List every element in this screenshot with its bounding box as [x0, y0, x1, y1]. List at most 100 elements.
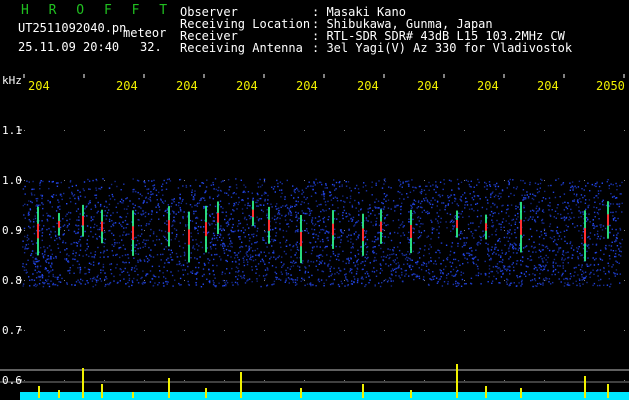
noise-pixel [284, 281, 286, 283]
noise-pixel [385, 263, 387, 265]
noise-pixel [487, 250, 490, 253]
noise-pixel [616, 185, 618, 187]
noise-pixel [579, 279, 581, 281]
noise-pixel [218, 255, 221, 258]
noise-pixel [41, 232, 44, 234]
noise-pixel [182, 274, 185, 276]
noise-pixel [328, 275, 330, 278]
noise-pixel [164, 262, 166, 264]
noise-pixel [397, 246, 399, 248]
noise-pixel [214, 227, 216, 230]
noise-pixel [243, 259, 245, 261]
noise-pixel [570, 186, 572, 189]
noise-pixel [152, 240, 154, 242]
noise-pixel [506, 270, 508, 272]
meteor-echo-core [217, 212, 219, 223]
noise-pixel [235, 276, 237, 278]
noise-pixel [126, 197, 128, 199]
noise-pixel [123, 227, 125, 229]
noise-pixel [600, 235, 602, 238]
noise-pixel [227, 194, 230, 196]
noise-pixel [509, 245, 511, 247]
noise-pixel [191, 194, 193, 196]
noise-pixel [404, 258, 407, 260]
noise-pixel [284, 219, 287, 221]
noise-pixel [243, 218, 246, 220]
noise-pixel [579, 252, 581, 255]
noise-pixel [517, 276, 519, 279]
noise-pixel [363, 236, 366, 239]
noise-pixel [462, 194, 464, 196]
noise-pixel [89, 201, 91, 204]
noise-pixel [127, 253, 129, 256]
noise-pixel [378, 244, 380, 247]
noise-pixel [307, 259, 309, 262]
noise-pixel [85, 272, 87, 275]
noise-pixel [525, 271, 527, 273]
noise-pixel [92, 179, 94, 182]
noise-pixel [543, 237, 545, 240]
grid-dot [504, 130, 505, 131]
noise-pixel [558, 278, 560, 280]
noise-pixel [358, 234, 360, 236]
noise-pixel [613, 272, 615, 274]
noise-pixel [125, 216, 127, 218]
noise-pixel [86, 215, 88, 217]
noise-pixel [186, 216, 189, 218]
noise-pixel [167, 204, 169, 206]
noise-pixel [556, 226, 559, 228]
noise-pixel [320, 229, 322, 231]
noise-pixel [357, 220, 360, 222]
noise-pixel [549, 223, 552, 225]
noise-pixel [621, 238, 623, 241]
noise-pixel [79, 239, 81, 241]
noise-pixel [615, 239, 617, 241]
noise-pixel [100, 269, 102, 271]
noise-pixel [134, 246, 136, 248]
noise-pixel [555, 254, 557, 256]
noise-pixel [508, 284, 510, 287]
noise-pixel [398, 275, 400, 277]
grid-dot [544, 130, 545, 131]
noise-pixel [237, 225, 239, 227]
noise-pixel [163, 248, 165, 250]
noise-pixel [60, 181, 62, 184]
noise-pixel [43, 225, 45, 227]
noise-pixel [257, 205, 260, 207]
noise-pixel [273, 218, 276, 221]
noise-pixel [192, 246, 194, 248]
noise-pixel [185, 224, 187, 226]
noise-pixel [615, 236, 618, 239]
noise-pixel [90, 217, 93, 219]
noise-pixel [355, 238, 358, 241]
noise-pixel [567, 251, 569, 253]
noise-pixel [152, 285, 154, 287]
noise-pixel [124, 254, 127, 256]
noise-pixel [74, 202, 77, 205]
noise-pixel [383, 208, 385, 210]
noise-pixel [318, 231, 321, 234]
noise-pixel [435, 186, 437, 188]
noise-pixel [24, 193, 26, 195]
noise-pixel [350, 218, 352, 220]
noise-pixel [575, 266, 577, 269]
noise-pixel [255, 265, 257, 268]
noise-pixel [601, 201, 604, 203]
grid-dot [264, 230, 265, 231]
noise-pixel [401, 223, 403, 225]
noise-pixel [287, 277, 290, 279]
noise-pixel [409, 257, 411, 260]
noise-pixel [621, 181, 623, 184]
noise-pixel [164, 222, 166, 224]
noise-pixel [31, 188, 33, 191]
noise-pixel [597, 213, 600, 215]
noise-pixel [572, 223, 574, 225]
noise-pixel [197, 225, 200, 228]
noise-pixel [179, 207, 181, 209]
activity-peak [38, 386, 40, 398]
noise-pixel [414, 186, 416, 189]
noise-pixel [461, 232, 463, 235]
noise-pixel [491, 253, 494, 255]
noise-pixel [577, 201, 579, 204]
noise-pixel [545, 254, 547, 257]
